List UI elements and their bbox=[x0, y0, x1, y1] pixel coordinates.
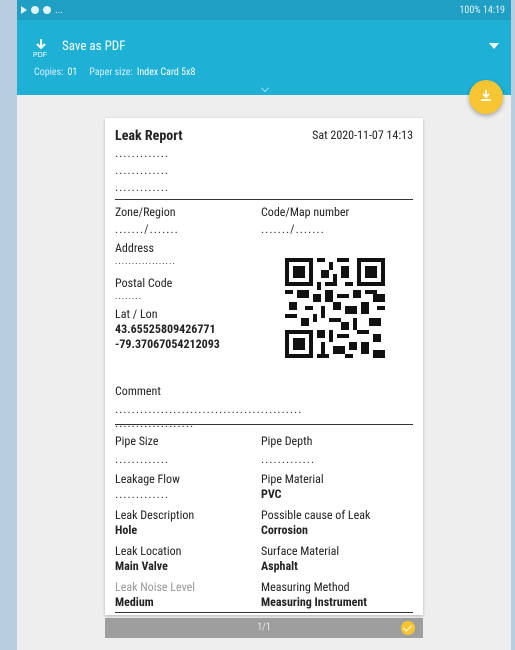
expand-options-icon[interactable] bbox=[261, 84, 269, 92]
print-preview-page: Leak Report Sat 2020-11-07 14:13 .......… bbox=[105, 118, 423, 615]
report-title: Leak Report bbox=[115, 128, 183, 144]
download-pdf-button[interactable] bbox=[469, 80, 503, 114]
printer-select[interactable]: Save as PDF bbox=[62, 39, 125, 54]
print-preview-screen: ... 100% 14:19 PDF Save as PDF Copies: 01… bbox=[17, 0, 511, 650]
notification-icon bbox=[43, 6, 51, 14]
media-icon bbox=[21, 6, 27, 14]
status-right: 100% 14:19 bbox=[459, 4, 505, 16]
pdf-download-icon: PDF bbox=[33, 39, 47, 58]
chevron-down-icon[interactable] bbox=[489, 43, 499, 49]
svg-text:PDF: PDF bbox=[33, 52, 47, 58]
divider bbox=[115, 199, 413, 200]
pdf-download-icon bbox=[481, 90, 491, 101]
page-selected-icon[interactable] bbox=[401, 621, 415, 635]
print-options-bar: PDF Save as PDF Copies: 01 Paper size: Ind… bbox=[17, 20, 511, 95]
page-indicator: 1/1 bbox=[105, 618, 423, 638]
divider bbox=[115, 424, 413, 425]
notification-icon bbox=[31, 6, 39, 14]
qr-code bbox=[285, 258, 385, 358]
divider bbox=[115, 612, 413, 613]
status-bar: ... 100% 14:19 bbox=[17, 0, 511, 20]
report-date: Sat 2020-11-07 14:13 bbox=[312, 128, 413, 142]
print-summary[interactable]: Copies: 01 Paper size: Index Card 5x8 bbox=[34, 67, 195, 78]
